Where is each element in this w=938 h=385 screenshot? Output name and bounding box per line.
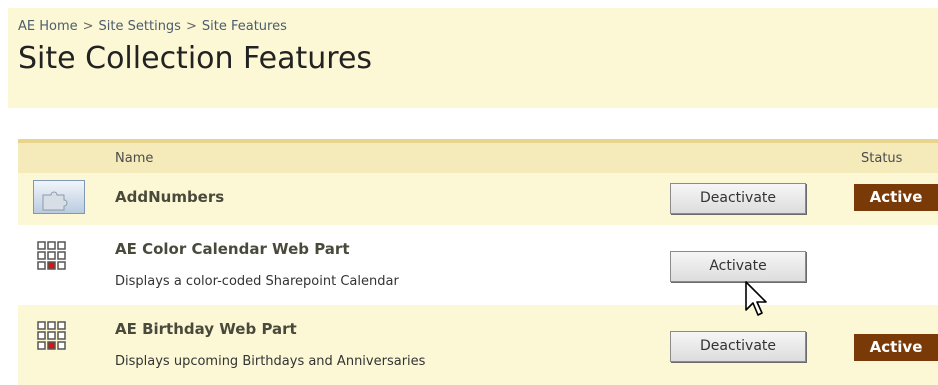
calendar-grid-icon	[37, 241, 66, 270]
feature-title: AE Color Calendar Web Part	[115, 240, 350, 258]
deactivate-button[interactable]: Deactivate	[670, 331, 806, 362]
deactivate-button[interactable]: Deactivate	[670, 183, 806, 214]
table-row: AddNumbers Deactivate Active	[18, 173, 938, 225]
breadcrumb-separator: >	[185, 19, 197, 34]
page-header: AE Home > Site Settings > Site Features Site…	[8, 8, 938, 108]
status-badge: Active	[854, 334, 938, 361]
feature-description: Displays a color-coded Sharepoint Calend…	[115, 274, 399, 289]
table-header: Name Status	[18, 139, 938, 173]
table-row: AE Birthday Web Part Displays upcoming B…	[18, 305, 938, 385]
features-table: Name Status AddNumbers Deactivate Active	[18, 139, 938, 385]
mouse-cursor-icon	[745, 281, 767, 316]
feature-puzzle-icon	[33, 180, 85, 214]
table-row: AE Color Calendar Web Part Displays a co…	[18, 225, 938, 305]
feature-title: AddNumbers	[115, 188, 225, 206]
feature-description: Displays upcoming Birthdays and Annivers…	[115, 354, 426, 369]
status-badge: Active	[854, 184, 938, 211]
breadcrumb-separator: >	[82, 19, 94, 34]
column-header-name: Name	[115, 151, 154, 166]
activate-button[interactable]: Activate	[670, 251, 806, 282]
calendar-grid-icon	[37, 321, 66, 350]
breadcrumb: AE Home > Site Settings > Site Features	[18, 19, 287, 34]
page-title: Site Collection Features	[18, 41, 373, 76]
breadcrumb-link-home[interactable]: AE Home	[18, 19, 78, 34]
feature-title: AE Birthday Web Part	[115, 320, 297, 338]
column-header-status: Status	[861, 151, 903, 166]
breadcrumb-link-site-settings[interactable]: Site Settings	[99, 19, 181, 34]
breadcrumb-current-site-features[interactable]: Site Features	[202, 19, 287, 34]
